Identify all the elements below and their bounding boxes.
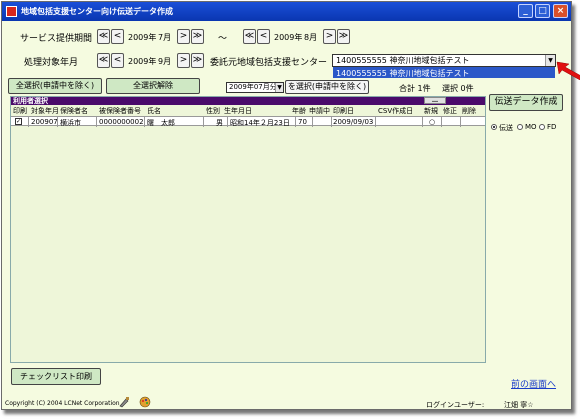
cell-new: ○ xyxy=(429,118,436,126)
palette-icon[interactable] xyxy=(139,396,151,408)
row-divider xyxy=(441,117,442,127)
maximize-button[interactable]: □ xyxy=(535,4,550,18)
selected-count: 選択 0件 xyxy=(442,84,474,93)
close-button[interactable]: × xyxy=(553,4,568,18)
row-divider xyxy=(28,117,29,127)
row-divider xyxy=(227,117,228,127)
col-csv-date: CSV作成日 xyxy=(378,107,414,115)
period-from-first-button[interactable]: ≪ xyxy=(97,29,110,44)
chevron-down-icon[interactable]: ▼ xyxy=(545,55,555,66)
col-sex: 性別 xyxy=(206,107,220,115)
row-divider xyxy=(312,117,313,127)
minimize-button[interactable]: _ xyxy=(518,4,533,18)
col-birth: 生年月日 xyxy=(224,107,252,115)
consignor-dropdown-option[interactable]: 1400555555 神奈川地域包括テスト xyxy=(333,67,555,78)
checklist-print-button[interactable]: チェックリスト印刷 xyxy=(11,368,101,385)
back-link[interactable]: 前の画面へ xyxy=(511,377,556,390)
period-to-next-button[interactable]: > xyxy=(323,29,336,44)
login-user: 江畑 寧☆ xyxy=(504,401,534,409)
period-from-month: 7月 xyxy=(158,33,172,42)
row-divider xyxy=(57,117,58,127)
cell-target-month: 200907 xyxy=(31,118,58,126)
col-new: 新規 xyxy=(424,107,438,115)
user-selection-grid: 利用者選択 … 印刷 対象年月 保険者名 被保険者番号 氏名 性別 生年月日 年… xyxy=(10,96,486,363)
col-target-month: 対象年月 xyxy=(31,107,59,115)
cell-name: 曙 太郎 xyxy=(147,119,175,127)
cell-print-date: 2009/09/03 xyxy=(333,118,374,126)
cell-age: 70 xyxy=(298,118,307,126)
target-month: 9月 xyxy=(158,57,172,66)
col-applying: 申請中 xyxy=(309,107,330,115)
row-divider xyxy=(460,117,461,127)
period-to-first-button[interactable]: ≪ xyxy=(243,29,256,44)
grid-title: 利用者選択 … xyxy=(11,97,485,105)
col-insured-no: 被保険者番号 xyxy=(99,107,141,115)
select-all-button[interactable]: 全選択(申請中を除く) xyxy=(8,78,102,94)
period-to-month: 8月 xyxy=(304,33,318,42)
login-label: ログインユーザー: xyxy=(426,401,485,409)
row-divider xyxy=(203,117,204,127)
target-prev-button[interactable]: < xyxy=(111,53,124,68)
print-checkbox[interactable]: ✓ xyxy=(15,118,22,125)
consignor-select[interactable]: 1400555555 神奈川地域包括テスト ▼ xyxy=(332,54,556,67)
target-next-button[interactable]: > xyxy=(177,53,190,68)
period-to-last-button[interactable]: ≫ xyxy=(337,29,350,44)
radio-transmission-label: 伝送 xyxy=(499,124,513,132)
cell-insurer: 横浜市 xyxy=(60,119,81,127)
col-print: 印刷 xyxy=(13,107,27,115)
period-from-year: 2009年 xyxy=(128,33,157,42)
radio-mo[interactable] xyxy=(517,124,523,130)
period-to-year: 2009年 xyxy=(274,33,303,42)
cell-sex: 男 xyxy=(216,119,223,127)
grid-column-headers: 印刷 対象年月 保険者名 被保険者番号 氏名 性別 生年月日 年齢 申請中 印刷… xyxy=(11,106,485,115)
window-title: 地域包括支援センター向け伝送データ作成 xyxy=(21,7,173,16)
month-filter-select[interactable]: 2009年07月分 ▼ xyxy=(226,82,284,93)
service-period-label: サービス提供期間 xyxy=(20,34,93,44)
app-icon xyxy=(6,6,17,17)
total-count: 合計 1件 xyxy=(399,84,431,93)
radio-fd-label: FD xyxy=(547,123,557,131)
red-arrow-pointer-icon xyxy=(556,61,580,80)
tool-icon[interactable] xyxy=(118,396,130,408)
month-filter-value: 2009年07月分 xyxy=(229,83,277,91)
col-insurer: 保険者名 xyxy=(60,107,88,115)
row-divider xyxy=(96,117,97,127)
cell-birth: 昭和14年２月23日 xyxy=(230,119,290,127)
consignor-label: 委託元地域包括支援センター xyxy=(210,58,328,68)
cell-insured-no: 0000000002 xyxy=(99,118,144,126)
title-bar: 地域包括支援センター向け伝送データ作成 _ □ × xyxy=(2,2,571,21)
radio-fd[interactable] xyxy=(539,124,545,130)
period-tilde: ～ xyxy=(218,34,228,44)
row-divider xyxy=(375,117,376,127)
col-delete: 削除 xyxy=(462,107,476,115)
select-by-month-button[interactable]: を選択(申請中を除く) xyxy=(285,80,369,94)
target-first-button[interactable]: ≪ xyxy=(97,53,110,68)
row-divider xyxy=(295,117,296,127)
period-to-prev-button[interactable]: < xyxy=(257,29,270,44)
grid-title-text: 利用者選択 xyxy=(13,97,48,105)
row-divider xyxy=(144,117,145,127)
grid-menu-button[interactable]: … xyxy=(424,97,446,104)
deselect-all-button[interactable]: 全選択解除 xyxy=(106,78,200,94)
table-row[interactable]: ✓ 200907 横浜市 0000000002 曙 太郎 男 昭和14年２月23… xyxy=(11,116,485,127)
col-age: 年齢 xyxy=(292,107,306,115)
consignor-selected-value: 1400555555 神奈川地域包括テスト xyxy=(336,56,470,65)
target-month-label: 処理対象年月 xyxy=(24,58,79,68)
period-from-last-button[interactable]: ≫ xyxy=(191,29,204,44)
radio-mo-label: MO xyxy=(525,123,537,131)
col-name: 氏名 xyxy=(147,107,161,115)
col-modify: 修正 xyxy=(443,107,457,115)
main-window: 地域包括支援センター向け伝送データ作成 _ □ × サービス提供期間 ≪ < 2… xyxy=(1,1,580,410)
target-last-button[interactable]: ≫ xyxy=(191,53,204,68)
target-year: 2009年 xyxy=(128,57,157,66)
row-divider xyxy=(422,117,423,127)
col-print-date: 印刷日 xyxy=(333,107,354,115)
chevron-down-icon[interactable]: ▼ xyxy=(275,83,283,92)
row-divider xyxy=(331,117,332,127)
copyright-text: Copyright (C) 2004 LCNet Corporation xyxy=(5,400,120,407)
create-transmission-button[interactable]: 伝送データ作成 xyxy=(489,94,563,111)
radio-transmission[interactable] xyxy=(491,124,497,130)
period-from-next-button[interactable]: > xyxy=(177,29,190,44)
period-from-prev-button[interactable]: < xyxy=(111,29,124,44)
